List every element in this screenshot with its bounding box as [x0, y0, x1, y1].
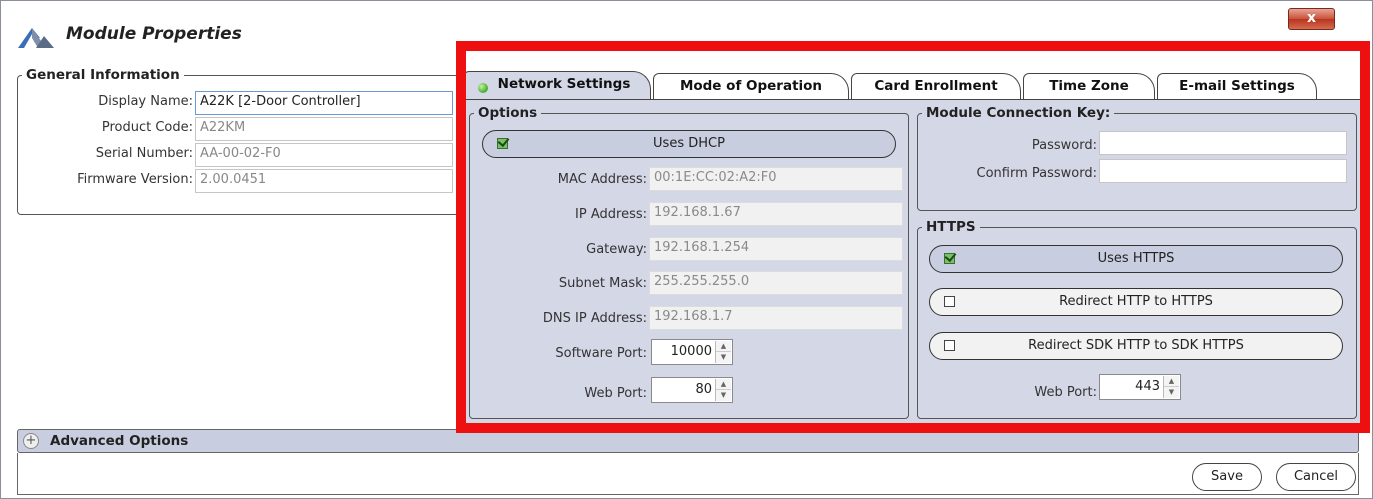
confirm-password-label: Confirm Password:	[976, 166, 1097, 181]
ip-address-row: IP Address:	[471, 204, 647, 228]
dialog-footer: Save Cancel	[17, 453, 1359, 495]
https-web-port-stepper[interactable]: 443 ▲ ▼	[1099, 374, 1181, 400]
redirect-http-label: Redirect HTTP to HTTPS	[1059, 294, 1213, 309]
web-port-stepper[interactable]: 80 ▲ ▼	[651, 377, 733, 403]
advanced-options-label: Advanced Options	[50, 433, 189, 449]
ip-address-label: IP Address:	[575, 207, 647, 222]
gateway-row: Gateway:	[471, 239, 647, 263]
redirect-sdk-toggle[interactable]: Redirect SDK HTTP to SDK HTTPS	[929, 332, 1343, 360]
password-row: Password:	[921, 135, 1097, 159]
redirect-sdk-label: Redirect SDK HTTP to SDK HTTPS	[1028, 338, 1244, 353]
web-port-label: Web Port:	[584, 386, 647, 401]
https-web-port-value: 443	[1135, 379, 1160, 394]
tab-time-zone[interactable]: Time Zone	[1023, 73, 1155, 99]
gateway-field[interactable]: 192.168.1.254	[649, 237, 903, 261]
ip-address-field[interactable]: 192.168.1.67	[649, 202, 903, 226]
software-port-label: Software Port:	[555, 346, 647, 361]
https-legend: HTTPS	[926, 219, 976, 235]
password-field[interactable]	[1099, 131, 1347, 155]
firmware-version-label: Firmware Version:	[77, 172, 193, 187]
serial-number-field[interactable]: AA-00-02-F0	[195, 143, 453, 167]
uses-dhcp-label: Uses DHCP	[653, 136, 725, 151]
subnet-mask-row: Subnet Mask:	[471, 273, 647, 297]
dns-ip-address-row: DNS IP Address:	[471, 308, 647, 332]
uses-https-label: Uses HTTPS	[1097, 251, 1175, 266]
tab-mode-of-operation-label: Mode of Operation	[679, 78, 823, 94]
display-name-row: Display Name:	[21, 91, 193, 115]
subnet-mask-field[interactable]: 255.255.255.0	[649, 271, 903, 295]
tab-network-settings-label: Network Settings	[497, 76, 631, 92]
dns-ip-address-label: DNS IP Address:	[542, 311, 647, 326]
software-port-up-icon[interactable]: ▲	[716, 341, 731, 352]
tab-card-enrollment[interactable]: Card Enrollment	[851, 73, 1021, 99]
tab-network-settings[interactable]: Network Settings	[463, 71, 651, 101]
gateway-label: Gateway:	[586, 242, 647, 257]
general-information-legend: General Information	[26, 67, 180, 83]
window-title: Module Properties	[66, 24, 242, 44]
options-legend: Options	[478, 105, 538, 121]
web-port-up-icon[interactable]: ▲	[716, 379, 731, 390]
expand-plus-icon[interactable]: +	[23, 433, 39, 449]
subnet-mask-label: Subnet Mask:	[558, 276, 647, 291]
tab-card-enrollment-label: Card Enrollment	[874, 78, 998, 94]
software-port-stepper[interactable]: 10000 ▲ ▼	[651, 339, 733, 365]
firmware-version-row: Firmware Version:	[21, 169, 193, 193]
web-port-down-icon[interactable]: ▼	[716, 390, 731, 401]
web-port-value: 80	[695, 382, 712, 397]
https-web-port-row: Web Port:	[921, 382, 1097, 406]
advanced-options-expander[interactable]: + Advanced Options	[17, 429, 1359, 453]
https-web-port-arrows: ▲ ▼	[1163, 376, 1179, 398]
dns-ip-address-field[interactable]: 192.168.1.7	[649, 306, 903, 330]
product-code-label: Product Code:	[101, 120, 193, 135]
mac-address-label: MAC Address:	[557, 172, 647, 187]
uses-https-checkbox[interactable]	[944, 253, 955, 264]
web-port-row: Web Port:	[471, 383, 647, 407]
uses-dhcp-checkbox[interactable]	[497, 138, 508, 149]
product-code-field[interactable]: A22KM	[195, 117, 453, 141]
password-label: Password:	[1031, 138, 1097, 153]
redirect-sdk-checkbox[interactable]	[944, 340, 955, 351]
serial-number-label: Serial Number:	[95, 146, 193, 161]
tab-mode-of-operation[interactable]: Mode of Operation	[653, 73, 849, 99]
https-web-port-up-icon[interactable]: ▲	[1164, 376, 1179, 387]
uses-https-toggle[interactable]: Uses HTTPS	[929, 245, 1343, 273]
app-logo-icon	[18, 28, 54, 48]
module-properties-window: Module Properties x General Information …	[0, 0, 1373, 499]
redirect-http-checkbox[interactable]	[944, 296, 955, 307]
software-port-row: Software Port:	[471, 343, 647, 367]
confirm-password-field[interactable]	[1099, 159, 1347, 183]
product-code-row: Product Code:	[21, 117, 193, 141]
redirect-http-toggle[interactable]: Redirect HTTP to HTTPS	[929, 288, 1343, 316]
close-button[interactable]: x	[1288, 8, 1335, 30]
software-port-value: 10000	[670, 344, 712, 359]
uses-dhcp-toggle[interactable]: Uses DHCP	[482, 130, 896, 158]
display-name-field[interactable]: A22K [2-Door Controller]	[195, 91, 453, 115]
software-port-arrows: ▲ ▼	[715, 341, 731, 363]
tab-email-settings[interactable]: E-mail Settings	[1157, 73, 1317, 99]
serial-number-row: Serial Number:	[21, 143, 193, 167]
cancel-button[interactable]: Cancel	[1276, 463, 1356, 491]
mac-address-field[interactable]: 00:1E:CC:02:A2:F0	[649, 167, 903, 191]
tab-email-settings-label: E-mail Settings	[1179, 78, 1295, 94]
firmware-version-field[interactable]: 2.00.0451	[195, 169, 453, 193]
https-web-port-label: Web Port:	[1034, 385, 1097, 400]
title-bar: Module Properties x	[2, 2, 1371, 60]
display-name-label: Display Name:	[98, 94, 193, 109]
web-port-arrows: ▲ ▼	[715, 379, 731, 401]
https-web-port-down-icon[interactable]: ▼	[1164, 387, 1179, 398]
tab-time-zone-label: Time Zone	[1049, 78, 1129, 94]
save-button[interactable]: Save	[1192, 463, 1262, 491]
mac-address-row: MAC Address:	[471, 169, 647, 193]
software-port-down-icon[interactable]: ▼	[716, 352, 731, 363]
status-dot-icon	[478, 83, 488, 93]
module-connection-key-legend: Module Connection Key:	[926, 105, 1111, 121]
confirm-password-row: Confirm Password:	[921, 163, 1097, 187]
